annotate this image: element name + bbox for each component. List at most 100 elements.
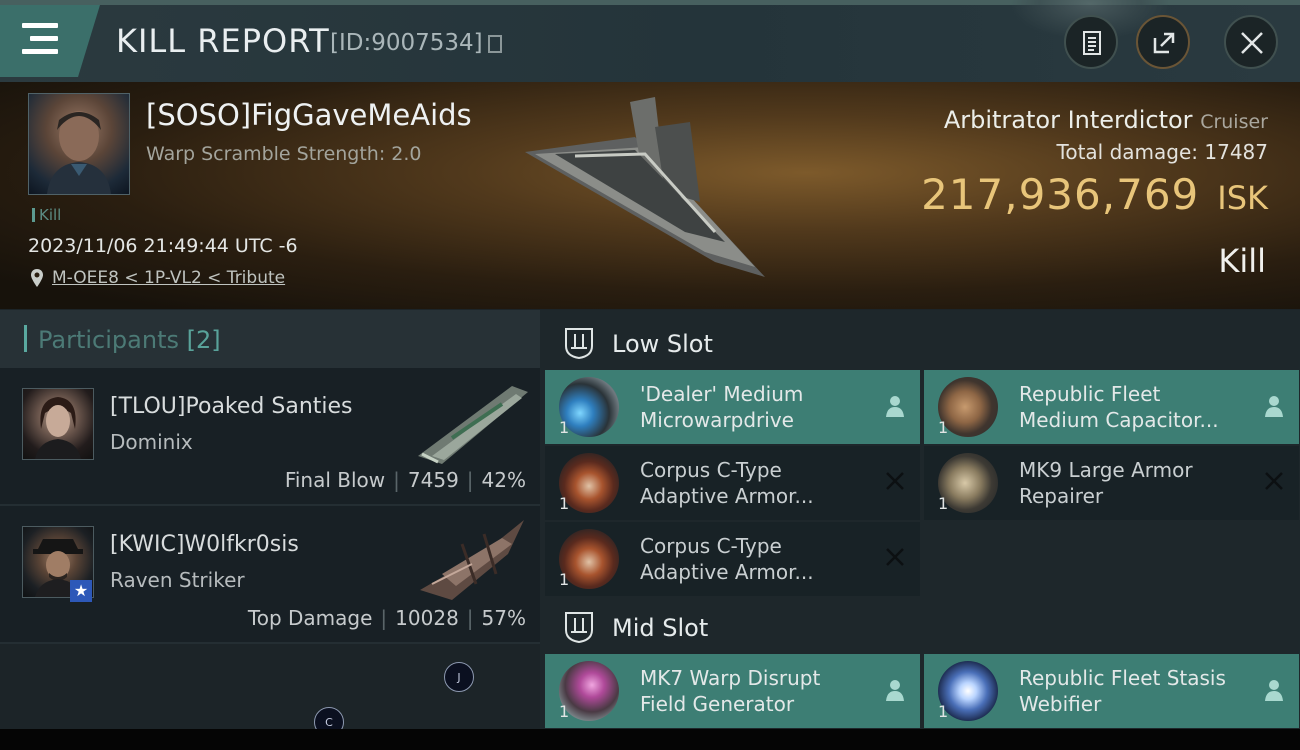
item-name: MK9 Large Armor Repairer (1019, 457, 1264, 509)
share-button[interactable] (1136, 15, 1190, 69)
item-name-line1: MK9 Large Armor (1019, 458, 1193, 482)
mid-slot-title: Mid Slot (612, 614, 709, 642)
clipboard-button[interactable] (1064, 15, 1118, 69)
participant-percent: 57% (481, 606, 526, 630)
total-damage: Total damage: 17487 (1057, 140, 1268, 164)
participants-title: Participants [2] (38, 326, 221, 354)
clipboard-icon (1083, 31, 1101, 55)
header-bar: KILL REPORT [ID:9007534] (0, 0, 1300, 82)
participant-name: [KWIC]W0lfkr0sis (110, 532, 299, 557)
stat-separator: | (466, 468, 474, 492)
close-button[interactable] (1224, 15, 1278, 69)
floating-badge-j[interactable]: J (444, 662, 474, 692)
item-name-line1: Republic Fleet Stasis (1019, 666, 1226, 690)
participants-header: Participants [2] (0, 310, 540, 368)
page-title: KILL REPORT (116, 22, 330, 60)
participant-ship-image (418, 386, 528, 464)
kill-datetime: 2023/11/06 21:49:44 UTC -6 (28, 235, 298, 257)
warp-scramble-strength: Warp Scramble Strength: 2.0 (146, 143, 422, 165)
item-name-line1: 'Dealer' Medium (640, 382, 804, 406)
low-slot-title: Low Slot (612, 330, 713, 358)
participants-count: [2] (186, 326, 221, 354)
copy-id-icon[interactable] (488, 35, 502, 53)
participant-row[interactable]: ★ [KWIC]W0lfkr0sis Raven Striker Top Dam… (0, 506, 540, 644)
destroyed-x-icon (886, 548, 904, 566)
destroyed-x-icon (1265, 472, 1283, 490)
item-quantity: 1 (938, 494, 949, 513)
item-quantity: 1 (938, 418, 949, 437)
total-damage-label: Total damage: (1056, 140, 1199, 164)
fitted-item[interactable]: 1 Corpus C-Type Adaptive Armor... (545, 446, 920, 520)
item-name: Corpus C-Type Adaptive Armor... (640, 457, 885, 509)
victim-ship-name[interactable]: Arbitrator Interdictor Cruiser (944, 106, 1268, 134)
item-name: MK7 Warp Disrupt Field Generator (640, 665, 885, 717)
item-name-line1: Corpus C-Type (640, 458, 782, 482)
isk-value: 217,936,769 ISK (921, 170, 1268, 219)
low-slot-header: Low Slot (540, 314, 1300, 372)
item-quantity: 1 (938, 702, 949, 721)
participant-name: [TLOU]Poaked Santies (110, 394, 353, 419)
ship-class: Cruiser (1200, 111, 1268, 133)
dropped-person-icon (886, 680, 904, 701)
share-icon (1153, 32, 1175, 54)
ship-type: Arbitrator Interdictor (943, 106, 1193, 134)
victim-ship-image (525, 97, 765, 277)
bottom-bar (0, 729, 1300, 750)
participant-damage: 10028 (395, 606, 459, 630)
fitted-item[interactable]: 1 Republic Fleet Stasis Webifier (924, 654, 1299, 728)
item-name-line2: Medium Capacitor... (1019, 408, 1219, 432)
item-name: 'Dealer' Medium Microwarpdrive (640, 381, 885, 433)
fitted-item[interactable]: 1 Corpus C-Type Adaptive Armor... (545, 522, 920, 596)
victim-avatar[interactable] (28, 93, 130, 195)
fitted-item[interactable]: 1 Republic Fleet Medium Capacitor... (924, 370, 1299, 444)
participant-stats: Top Damage | 10028 | 57% (248, 606, 526, 630)
item-name-line2: Adaptive Armor... (640, 484, 814, 508)
item-quantity: 1 (559, 418, 570, 437)
destroyed-x-icon (886, 472, 904, 490)
item-name-line1: Corpus C-Type (640, 534, 782, 558)
fitted-item[interactable]: 1 'Dealer' Medium Microwarpdrive (545, 370, 920, 444)
close-icon (1241, 32, 1263, 54)
participants-label: Participants (38, 326, 179, 354)
dropped-person-icon (1265, 396, 1283, 417)
victim-portrait-icon (47, 111, 111, 194)
report-id: [ID:9007534] (330, 30, 483, 56)
item-name-line1: MK7 Warp Disrupt (640, 666, 821, 690)
participant-damage: 7459 (407, 468, 459, 492)
isk-unit: ISK (1217, 179, 1268, 217)
mid-slot-header: Mid Slot (540, 598, 1300, 656)
floating-badge-c[interactable]: C (314, 707, 344, 729)
mid-slot-icon (565, 612, 593, 644)
menu-button[interactable] (0, 5, 100, 77)
item-name-line2: Adaptive Armor... (640, 560, 814, 584)
kill-report-window: KILL REPORT [ID:9007534] [SOSO]FigGaveMe… (0, 0, 1300, 729)
kill-location-link[interactable]: M-OEE8 < 1P-VL2 < Tribute (52, 268, 285, 288)
item-name-line2: Field Generator (640, 692, 795, 716)
kill-result: Kill (1218, 242, 1266, 280)
participant-avatar (22, 388, 94, 460)
participant-percent: 42% (481, 468, 526, 492)
fitted-item[interactable]: 1 MK7 Warp Disrupt Field Generator (545, 654, 920, 728)
item-name-line1: Republic Fleet (1019, 382, 1161, 406)
kill-tag: Kill (32, 206, 61, 224)
location-pin-icon (31, 269, 43, 287)
participant-ship: Raven Striker (110, 568, 245, 592)
fitted-item[interactable]: 1 MK9 Large Armor Repairer (924, 446, 1299, 520)
item-name: Republic Fleet Medium Capacitor... (1019, 381, 1264, 433)
star-badge-icon: ★ (70, 580, 92, 602)
participant-stats: Final Blow | 7459 | 42% (285, 468, 526, 492)
item-name-line2: Microwarpdrive (640, 408, 794, 432)
participant-role: Top Damage (247, 606, 373, 630)
item-quantity: 1 (559, 702, 570, 721)
dropped-person-icon (1265, 680, 1283, 701)
victim-name[interactable]: [SOSO]FigGaveMeAids (146, 98, 472, 132)
participants-accent-bar (24, 325, 27, 352)
participant-ship-image (420, 520, 524, 600)
item-name: Corpus C-Type Adaptive Armor... (640, 533, 885, 585)
low-slot-icon (565, 328, 593, 360)
total-damage-value: 17487 (1204, 140, 1268, 164)
participant-row[interactable]: [TLOU]Poaked Santies Dominix Final Blow |… (0, 368, 540, 506)
stat-separator: | (466, 606, 474, 630)
participant-role: Final Blow (284, 468, 386, 492)
stat-separator: | (393, 468, 400, 492)
